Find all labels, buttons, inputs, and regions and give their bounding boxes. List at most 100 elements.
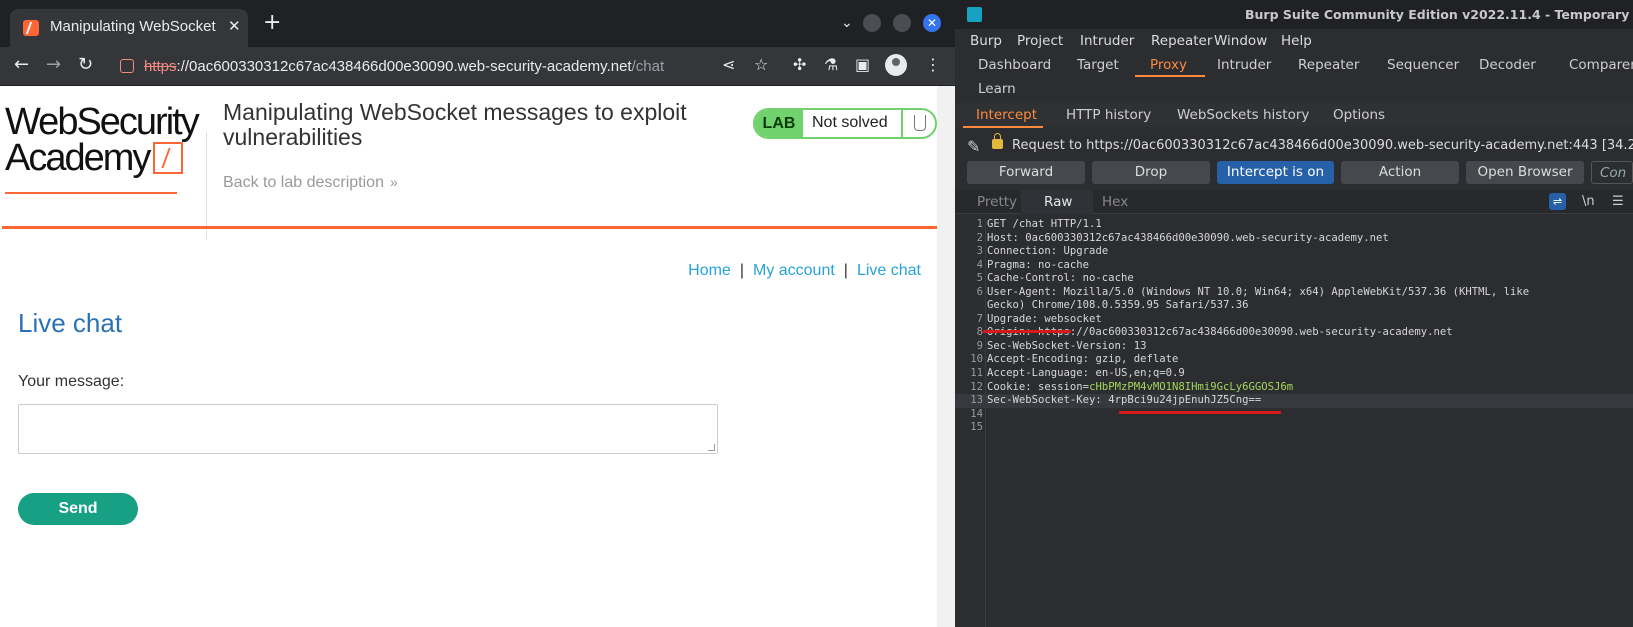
request-line[interactable]: 12 Cookie: session=cHbPMzPM4vMO1N8IHmi9Gc… <box>955 381 1633 395</box>
request-line[interactable]: Gecko) Chrome/108.0.5359.95 Safari/537.3… <box>955 299 1633 313</box>
side-panel-icon[interactable]: ▣ <box>855 56 870 74</box>
menu-burp[interactable]: Burp <box>970 33 1002 49</box>
nav-separator: | <box>739 262 744 279</box>
editor-tab-raw[interactable]: Raw <box>1044 194 1072 210</box>
lab-status-text: Not solved <box>812 114 888 131</box>
menu-intruder[interactable]: Intruder <box>1080 33 1134 49</box>
tab-sequencer[interactable]: Sequencer <box>1387 57 1459 73</box>
subtab-intercept[interactable]: Intercept <box>976 107 1037 123</box>
url-path: /chat <box>631 58 665 75</box>
header-name: Cookie: <box>987 380 1032 393</box>
send-button[interactable]: Send <box>18 493 138 525</box>
request-line[interactable]: 2 Host: 0ac600330312c67ac438466d00e30090.… <box>955 232 1633 246</box>
request-line[interactable]: 9 Sec-WebSocket-Version: 13 <box>955 340 1633 354</box>
tab-repeater[interactable]: Repeater <box>1298 57 1359 73</box>
request-line[interactable]: 6 User-Agent: Mozilla/5.0 (Windows NT 10.… <box>955 286 1633 300</box>
subtab-http-history[interactable]: HTTP history <box>1066 107 1151 123</box>
menu-repeater[interactable]: Repeater <box>1151 33 1212 49</box>
reload-icon[interactable]: ↻ <box>78 55 93 75</box>
menu-window[interactable]: Window <box>1214 33 1267 49</box>
line-number: 9 <box>976 339 983 352</box>
nav-live-chat-link[interactable]: Live chat <box>857 262 921 279</box>
request-line[interactable]: 1 GET /chat HTTP/1.1 <box>955 218 1633 232</box>
request-line[interactable]: 5 Cache-Control: no-cache <box>955 272 1633 286</box>
subtab-options[interactable]: Options <box>1333 107 1385 123</box>
subtab-websockets-history[interactable]: WebSockets history <box>1177 107 1309 123</box>
forward-arrow-icon[interactable]: → <box>46 55 61 75</box>
tab-learn[interactable]: Learn <box>978 81 1016 97</box>
labs-flask-icon[interactable]: ⚗ <box>824 56 838 74</box>
request-line[interactable]: 7 Upgrade: websocket <box>955 313 1633 327</box>
lab-flask-cell <box>901 110 935 137</box>
tab-target[interactable]: Target <box>1077 57 1119 73</box>
request-line[interactable]: 4 Pragma: no-cache <box>955 259 1633 273</box>
request-line[interactable]: 8 Origin: https://0ac600330312c67ac438466… <box>955 326 1633 340</box>
request-line[interactable]: 10 Accept-Encoding: gzip, deflate <box>955 353 1633 367</box>
request-line[interactable]: 3 Connection: Upgrade <box>955 245 1633 259</box>
logo-text-line2: Academy <box>5 137 151 179</box>
line-content: Pragma: no-cache <box>987 259 1089 273</box>
forward-button[interactable]: Forward <box>967 161 1085 184</box>
tab-search-chevron-icon[interactable]: ⌄ <box>841 15 853 31</box>
web-security-academy-logo[interactable]: WebSecurity Academy <box>5 103 205 194</box>
header-name: Upgrade: <box>987 312 1039 325</box>
header-name: Host: <box>987 231 1019 244</box>
line-number: 7 <box>976 312 983 325</box>
tab-decoder[interactable]: Decoder <box>1479 57 1536 73</box>
nav-my-account-link[interactable]: My account <box>753 262 835 279</box>
profile-avatar[interactable] <box>885 54 907 76</box>
share-icon[interactable]: ⋖ <box>722 56 735 74</box>
drop-button[interactable]: Drop <box>1092 161 1210 184</box>
line-content: GET /chat HTTP/1.1 <box>987 218 1102 232</box>
request-line[interactable]: 14 <box>955 408 1633 422</box>
editor-tab-pretty[interactable]: Pretty <box>977 194 1017 210</box>
request-editor[interactable]: 1 GET /chat HTTP/1.1 2 Host: 0ac600330312c6… <box>955 218 1633 435</box>
header-name: Accept-Language: <box>987 367 1090 380</box>
editor-tab-hex[interactable]: Hex <box>1102 194 1128 210</box>
line-content: User-Agent: Mozilla/5.0 (Windows NT 10.0… <box>987 286 1529 300</box>
not-secure-icon[interactable] <box>120 59 134 73</box>
line-number: 13 <box>970 394 983 407</box>
header-value: no-cache <box>1076 272 1134 285</box>
menu-help[interactable]: Help <box>1281 33 1312 49</box>
page-title: Live chat <box>18 308 123 338</box>
comment-field[interactable]: Con <box>1591 161 1633 184</box>
minimize-button[interactable] <box>863 14 881 32</box>
browser-tab[interactable]: Manipulating WebSocket messages to explo… <box>10 9 248 47</box>
pencil-icon[interactable]: ✎ <box>967 137 980 156</box>
nav-home-link[interactable]: Home <box>688 262 731 279</box>
chrome-tab-bar: Manipulating WebSocket messages to explo… <box>0 0 955 47</box>
close-window-button[interactable]: ✕ <box>923 14 941 32</box>
message-textarea[interactable] <box>18 404 718 454</box>
lab-status-badge: LAB Not solved <box>753 108 937 139</box>
request-target: Request to https://0ac600330312c67ac4384… <box>1012 138 1633 153</box>
request-line[interactable]: 13 Sec-WebSocket-Key: 4rpBci9u24jpEnuhJZ5… <box>955 394 1633 408</box>
tab-intruder[interactable]: Intruder <box>1217 57 1271 73</box>
intercept-toggle-button[interactable]: Intercept is on <box>1217 161 1334 184</box>
maximize-button[interactable] <box>893 14 911 32</box>
tab-proxy[interactable]: Proxy <box>1150 57 1187 73</box>
open-browser-button[interactable]: Open Browser <box>1466 161 1584 184</box>
newline-toggle-icon[interactable]: \n <box>1582 194 1595 209</box>
request-line[interactable]: 11 Accept-Language: en-US,en;q=0.9 <box>955 367 1633 381</box>
intercept-tab-indicator <box>963 126 1043 128</box>
chrome-menu-icon[interactable]: ⋮ <box>925 56 941 74</box>
back-arrow-icon[interactable]: ← <box>14 55 29 75</box>
chrome-window: Manipulating WebSocket messages to explo… <box>0 0 955 627</box>
tab-dashboard[interactable]: Dashboard <box>978 57 1051 73</box>
extensions-puzzle-icon[interactable]: ✣ <box>793 56 806 74</box>
request-line[interactable]: 15 <box>955 421 1633 435</box>
new-tab-button[interactable]: + <box>263 12 281 34</box>
tab-close-icon[interactable]: ✕ <box>228 17 241 35</box>
back-to-lab-link[interactable]: Back to lab description » <box>223 174 398 192</box>
word-wrap-icon[interactable]: ⇌ <box>1549 193 1566 210</box>
bookmark-star-icon[interactable]: ☆ <box>754 56 768 74</box>
tab-comparer[interactable]: Comparer <box>1569 57 1633 73</box>
page-scrollbar[interactable] <box>937 86 955 627</box>
editor-menu-icon[interactable]: ☰ <box>1612 194 1624 209</box>
menu-project[interactable]: Project <box>1017 33 1063 49</box>
action-button[interactable]: Action <box>1341 161 1459 184</box>
double-chevron-icon: » <box>389 174 398 190</box>
address-bar[interactable]: https://0ac600330312c67ac438466d00e30090… <box>110 51 725 82</box>
url-text[interactable]: https://0ac600330312c67ac438466d00e30090… <box>144 58 664 75</box>
